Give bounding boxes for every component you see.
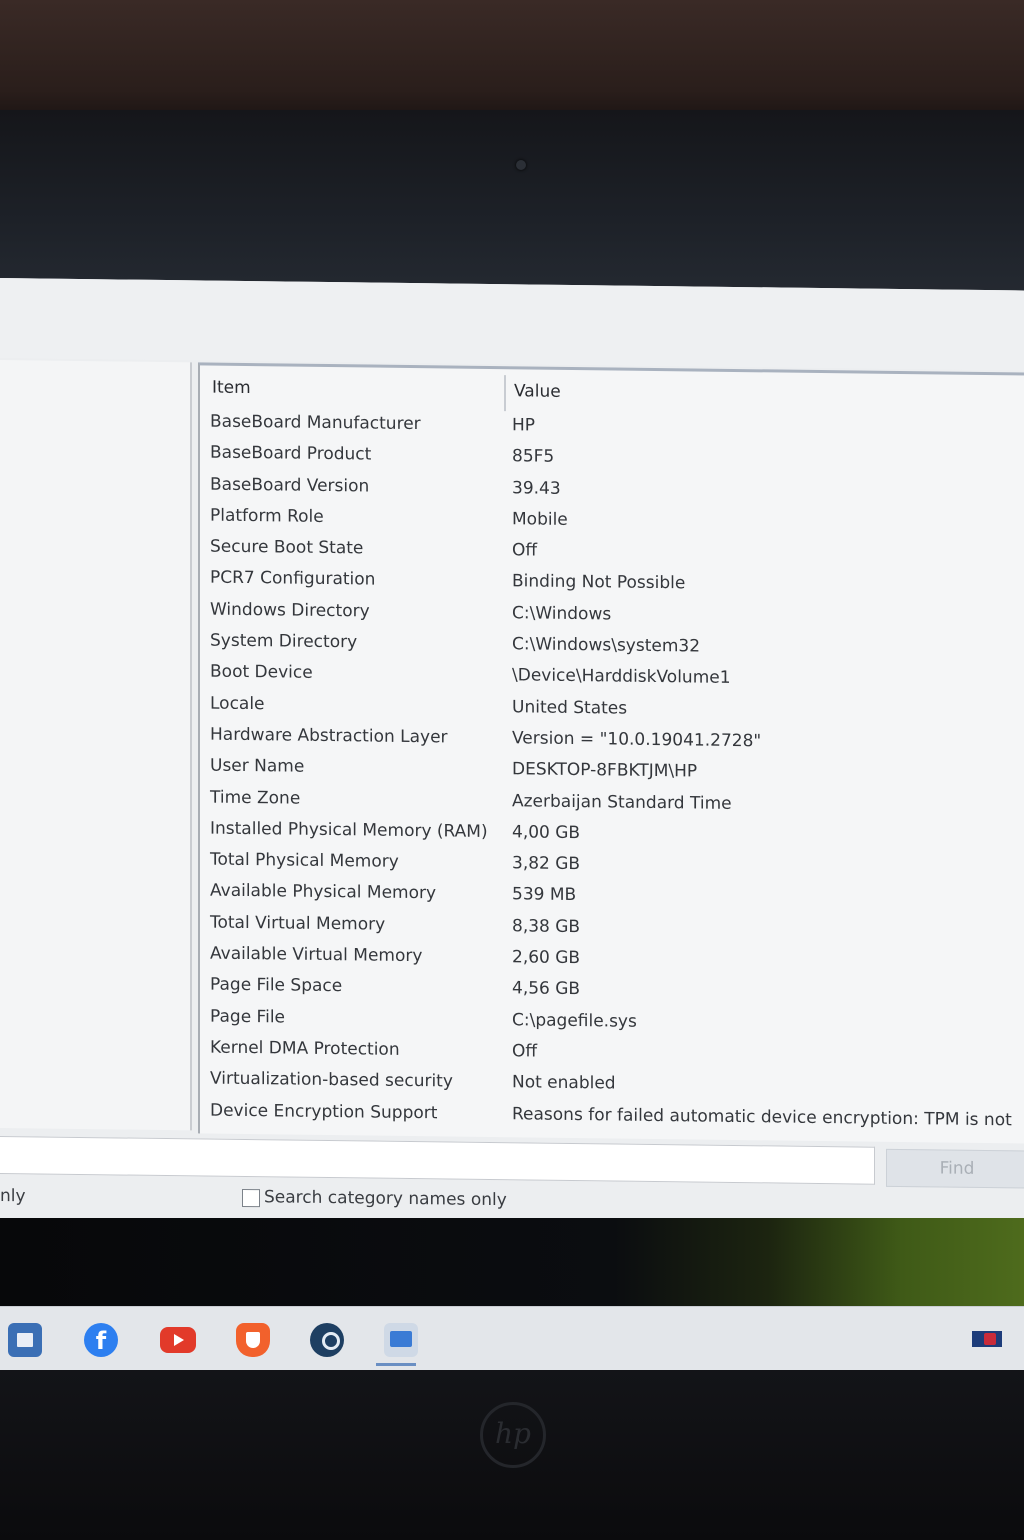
column-separator[interactable] bbox=[504, 375, 506, 412]
row-item: BaseBoard Version bbox=[210, 474, 370, 497]
system-information-window: Item Value BaseBoard Manufacturer HP BaseB… bbox=[0, 278, 1024, 1233]
column-header-item[interactable]: Item bbox=[212, 378, 251, 398]
row-item: Page File bbox=[210, 1006, 286, 1028]
row-value: \Device\HarddiskVolume1 bbox=[512, 665, 731, 689]
row-item: Total Virtual Memory bbox=[210, 912, 386, 935]
details-rows: BaseBoard Manufacturer HP BaseBoard Produc… bbox=[200, 409, 1024, 1139]
row-item: Locale bbox=[210, 693, 265, 714]
row-item: Windows Directory bbox=[210, 599, 370, 622]
row-value: Not enabled bbox=[512, 1072, 616, 1094]
row-value: Azerbaijan Standard Time bbox=[512, 790, 732, 814]
row-value: 3,82 GB bbox=[512, 853, 581, 875]
row-value: United States bbox=[512, 696, 628, 719]
store-icon[interactable] bbox=[8, 1323, 42, 1357]
row-value: 39.43 bbox=[512, 477, 561, 499]
brave-icon[interactable] bbox=[236, 1323, 270, 1357]
row-value: Reasons for failed automatic device encr… bbox=[512, 1103, 1012, 1130]
find-button[interactable]: Find bbox=[886, 1148, 1024, 1189]
search-category-names-label[interactable]: Search category names only bbox=[264, 1187, 507, 1210]
row-item: Boot Device bbox=[210, 661, 313, 684]
row-item: Secure Boot State bbox=[210, 536, 364, 559]
row-value: Version = "10.0.19041.2728" bbox=[512, 728, 762, 752]
row-item: PCR7 Configuration bbox=[210, 568, 376, 591]
find-what-input[interactable] bbox=[0, 1136, 875, 1185]
row-value: 4,00 GB bbox=[512, 822, 581, 843]
row-value: 2,60 GB bbox=[512, 947, 581, 969]
search-selected-category-only-label[interactable]: nly bbox=[0, 1186, 26, 1206]
taskbar: f bbox=[0, 1306, 1024, 1371]
steam-icon[interactable] bbox=[310, 1323, 344, 1357]
find-bar: Find bbox=[0, 1136, 1024, 1199]
row-item: Virtualization-based security bbox=[210, 1068, 453, 1092]
row-item: Hardware Abstraction Layer bbox=[210, 724, 448, 748]
category-tree-pane[interactable] bbox=[0, 360, 192, 1131]
tray-flag-icon[interactable] bbox=[972, 1331, 1002, 1347]
row-item: Device Encryption Support bbox=[210, 1100, 438, 1123]
row-value: 539 MB bbox=[512, 884, 577, 906]
row-item: System Directory bbox=[210, 630, 358, 653]
column-header: Item Value bbox=[200, 365, 1024, 415]
row-item: Available Virtual Memory bbox=[210, 943, 423, 967]
row-item: BaseBoard Manufacturer bbox=[210, 411, 421, 435]
hp-logo: hp bbox=[480, 1402, 546, 1468]
row-value: C:\pagefile.sys bbox=[512, 1009, 637, 1032]
row-value: 4,56 GB bbox=[512, 978, 581, 1000]
active-app-indicator bbox=[376, 1363, 416, 1366]
window-top-area bbox=[0, 278, 1024, 371]
row-item: Available Physical Memory bbox=[210, 881, 437, 904]
row-item: BaseBoard Product bbox=[210, 442, 372, 465]
row-value: Off bbox=[512, 1041, 538, 1062]
row-value: Off bbox=[512, 540, 538, 561]
row-value: 8,38 GB bbox=[512, 916, 581, 937]
row-item: Kernel DMA Protection bbox=[210, 1037, 400, 1060]
row-item: Installed Physical Memory (RAM) bbox=[210, 818, 488, 842]
details-list[interactable]: Item Value BaseBoard Manufacturer HP BaseB… bbox=[198, 362, 1024, 1144]
desktop-background bbox=[0, 1218, 1024, 1308]
youtube-icon[interactable] bbox=[160, 1327, 196, 1353]
row-value: Mobile bbox=[512, 509, 568, 530]
system-information-icon[interactable] bbox=[384, 1323, 418, 1357]
row-item: Platform Role bbox=[210, 505, 324, 527]
row-item: Total Physical Memory bbox=[210, 849, 399, 873]
row-value: C:\Windows\system32 bbox=[512, 634, 701, 657]
row-item: Page File Space bbox=[210, 974, 343, 997]
row-value: DESKTOP-8FBKTJM\HP bbox=[512, 759, 698, 782]
column-header-value[interactable]: Value bbox=[514, 381, 561, 402]
row-item: User Name bbox=[210, 755, 305, 777]
row-value: Binding Not Possible bbox=[512, 571, 686, 594]
row-item: Time Zone bbox=[210, 787, 301, 809]
row-value: 85F5 bbox=[512, 446, 555, 468]
row-value: HP bbox=[512, 415, 536, 436]
row-value: C:\Windows bbox=[512, 603, 612, 625]
facebook-icon[interactable]: f bbox=[84, 1323, 118, 1357]
search-category-names-checkbox[interactable] bbox=[242, 1188, 260, 1208]
webcam bbox=[516, 160, 526, 170]
